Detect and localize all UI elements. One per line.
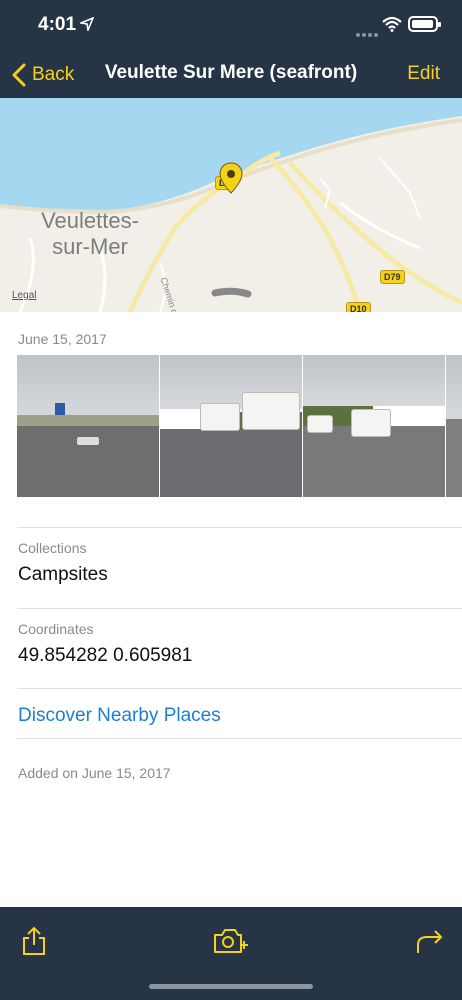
status-bar: 4:01	[0, 0, 462, 52]
divider	[17, 688, 462, 689]
photo-thumbnail[interactable]	[17, 355, 159, 497]
discover-nearby-link[interactable]: Discover Nearby Places	[18, 705, 221, 727]
collections-value[interactable]: Campsites	[18, 564, 108, 586]
photo-thumbnail[interactable]	[446, 355, 462, 497]
divider	[17, 608, 462, 609]
photo-strip[interactable]	[17, 355, 462, 497]
back-label: Back	[32, 64, 75, 85]
photo-thumbnail[interactable]	[303, 355, 445, 497]
town-label-line2: sur-Mer	[52, 234, 128, 259]
town-label: Veulettes- sur-Mer	[30, 208, 150, 260]
home-indicator[interactable]	[149, 984, 313, 989]
cellular-signal-icon	[356, 24, 380, 42]
wifi-icon	[382, 16, 402, 32]
navigation-bar: Back Veulette Sur Mere (seafront) Edit	[0, 52, 462, 98]
divider	[17, 527, 462, 528]
map-pin-icon[interactable]	[218, 162, 244, 194]
battery-icon	[408, 16, 441, 32]
collections-label: Collections	[18, 540, 87, 556]
added-on-text: Added on June 15, 2017	[18, 765, 171, 781]
map-view[interactable]: Veulettes- sur-Mer D D79 D10 Chemin d Le…	[0, 98, 462, 312]
photos-date: June 15, 2017	[18, 331, 107, 347]
coordinates-value[interactable]: 49.854282 0.605981	[18, 645, 192, 667]
add-photo-icon[interactable]	[213, 925, 249, 957]
legal-link[interactable]: Legal	[12, 290, 36, 301]
top-bar: 4:01 Back Veulette Sur Mere (seafront) E…	[0, 0, 462, 98]
back-button[interactable]: Back	[10, 62, 74, 88]
location-arrow-icon	[80, 17, 94, 31]
town-label-line1: Veulettes-	[41, 208, 139, 233]
edit-button[interactable]: Edit	[407, 63, 440, 85]
road-badge-d10: D10	[346, 302, 371, 312]
chevron-left-icon	[12, 63, 26, 87]
photo-thumbnail[interactable]	[160, 355, 302, 497]
share-icon[interactable]	[18, 925, 50, 957]
status-time: 4:01	[38, 14, 77, 35]
divider	[17, 738, 462, 739]
coordinates-label: Coordinates	[18, 621, 94, 637]
road-badge-d79: D79	[380, 270, 405, 284]
forward-icon[interactable]	[414, 925, 446, 957]
